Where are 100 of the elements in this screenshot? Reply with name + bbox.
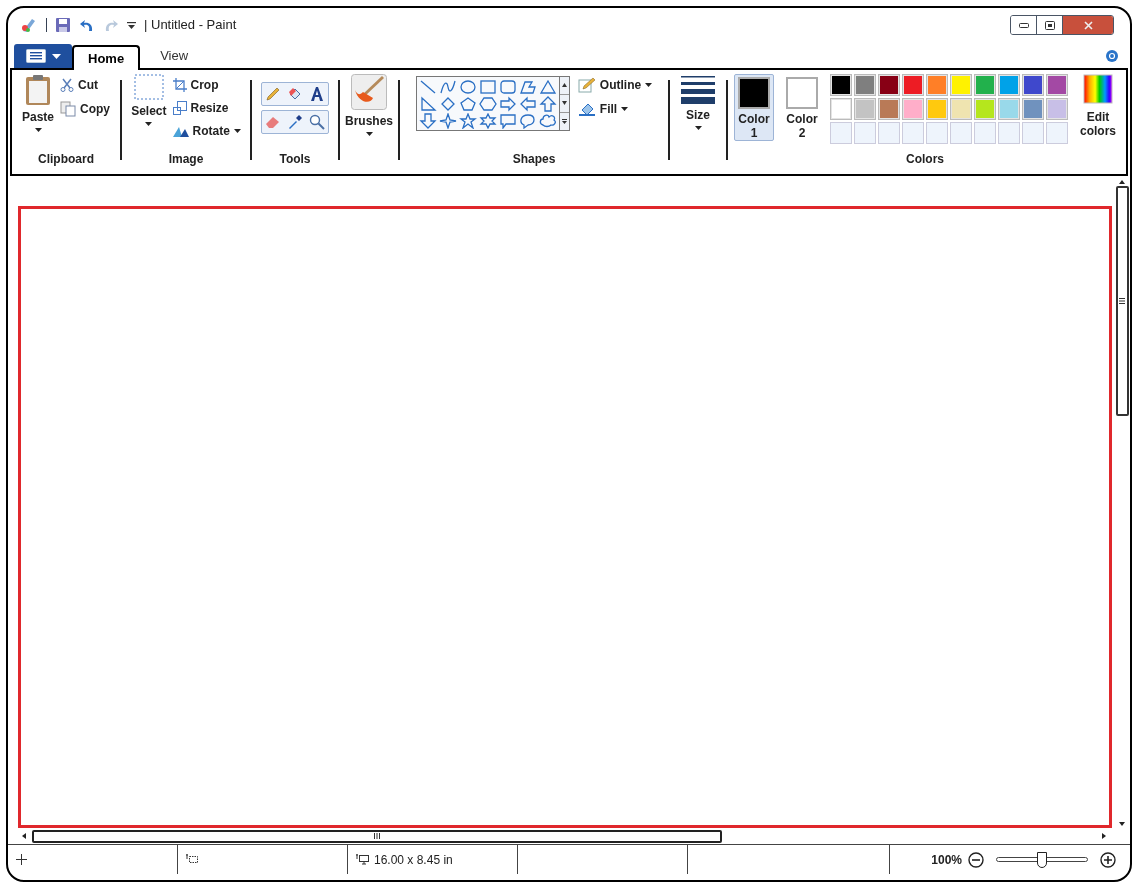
- slider-thumb[interactable]: [1037, 851, 1047, 868]
- fill-bucket-icon: [577, 101, 596, 117]
- empty-color-slot[interactable]: [878, 122, 900, 144]
- caret-icon: [621, 107, 629, 111]
- triangle-shape-button[interactable]: [538, 78, 557, 95]
- hexagon-shape-button[interactable]: [478, 95, 497, 112]
- rotate-button[interactable]: Rotate: [172, 120, 241, 142]
- more-icon: [561, 119, 567, 124]
- right-triangle-shape-button[interactable]: [418, 95, 437, 112]
- brushes-button[interactable]: Brushes: [345, 74, 393, 136]
- zoom-slider[interactable]: [996, 851, 1088, 868]
- image-size-icon: [356, 854, 370, 865]
- curve-icon: [438, 78, 457, 95]
- down-arrow-shape-button[interactable]: [418, 112, 437, 129]
- eraser-icon: [265, 114, 281, 130]
- paint-app-icon: [20, 16, 38, 34]
- caret-icon: [233, 129, 241, 133]
- empty-color-slot[interactable]: [1022, 122, 1044, 144]
- empty-color-slot[interactable]: [1046, 122, 1068, 144]
- empty-color-slot[interactable]: [830, 122, 852, 144]
- polygon-icon: [518, 78, 537, 95]
- grip-icon: [1119, 298, 1125, 304]
- save-icon[interactable]: [55, 17, 71, 33]
- oval-shape-button[interactable]: [458, 78, 477, 95]
- minimize-button[interactable]: [1011, 16, 1037, 34]
- left-arrow-shape-button[interactable]: [518, 95, 537, 112]
- speech-bubble-shape-button[interactable]: [498, 112, 517, 129]
- oval-callout-icon: [518, 112, 537, 129]
- empty-color-slot[interactable]: [902, 122, 924, 144]
- file-menu-button[interactable]: [14, 44, 72, 68]
- selection-icon: [133, 74, 164, 100]
- four-point-star-shape-button[interactable]: [438, 112, 457, 129]
- gallery-more-button[interactable]: [559, 112, 569, 130]
- left-arrow-icon: [518, 95, 537, 112]
- empty-color-slot[interactable]: [974, 122, 996, 144]
- copy-icon: [60, 101, 76, 117]
- restore-icon: [1044, 20, 1055, 30]
- six-point-star-icon: [478, 112, 497, 129]
- caret-icon: [645, 83, 653, 87]
- pencil-icon: [265, 86, 281, 102]
- help-icon[interactable]: [1106, 50, 1118, 62]
- clipboard-icon: [25, 74, 51, 106]
- cloud-callout-shape-button[interactable]: [538, 112, 557, 129]
- dropdown-icon: [51, 53, 61, 59]
- rectangle-shape-button[interactable]: [478, 78, 497, 95]
- crop-button[interactable]: Crop: [172, 74, 241, 96]
- empty-color-slot[interactable]: [998, 122, 1020, 144]
- rounded-rectangle-icon: [498, 78, 517, 95]
- scroll-up-icon: [1119, 180, 1125, 184]
- empty-color-slot[interactable]: [926, 122, 948, 144]
- oval-icon: [458, 78, 477, 95]
- caret-icon: [145, 122, 153, 126]
- oval-callout-shape-button[interactable]: [518, 112, 537, 129]
- rounded-rectangle-shape-button[interactable]: [498, 78, 517, 95]
- up-arrow-shape-button[interactable]: [538, 95, 557, 112]
- ribbon-tab[interactable]: View: [140, 44, 209, 68]
- edit-colors-button[interactable]: Edit colors: [1076, 74, 1120, 138]
- crop-icon: [172, 78, 187, 92]
- line-shape-button[interactable]: [418, 78, 437, 95]
- fill-button[interactable]: Fill: [577, 98, 653, 120]
- group-label: Colors: [905, 151, 945, 168]
- scroll-up-button[interactable]: [559, 77, 569, 94]
- five-point-star-icon: [458, 112, 477, 129]
- vertical-scrollbar[interactable]: [1114, 178, 1130, 828]
- five-point-star-shape-button[interactable]: [458, 112, 477, 129]
- zoom-out-icon[interactable]: [968, 851, 984, 868]
- polygon-shape-button[interactable]: [518, 78, 537, 95]
- pencil-outline-icon: [577, 77, 596, 93]
- curve-shape-button[interactable]: [438, 78, 457, 95]
- color-spectrum-icon: [1083, 74, 1113, 104]
- menu-icon: [25, 49, 46, 63]
- pentagon-shape-button[interactable]: [458, 95, 477, 112]
- image-dimensions: 16.00 x 8.45 in: [374, 851, 453, 869]
- size-button[interactable]: Size: [681, 74, 715, 130]
- paste-button[interactable]: Paste: [22, 74, 54, 132]
- select-button[interactable]: Select: [131, 74, 167, 126]
- empty-color-slot[interactable]: [950, 122, 972, 144]
- outline-button[interactable]: Outline: [577, 74, 653, 96]
- copy-button[interactable]: Copy: [60, 98, 110, 120]
- paintbrush-icon: [351, 74, 387, 110]
- six-point-star-shape-button[interactable]: [478, 112, 497, 129]
- text-icon: [309, 86, 325, 102]
- customize-menu-icon[interactable]: [127, 20, 136, 30]
- empty-color-slot[interactable]: [854, 122, 876, 144]
- four-point-star-icon: [438, 112, 457, 129]
- scroll-thumb[interactable]: [1115, 186, 1129, 416]
- cut-button[interactable]: Cut: [60, 74, 110, 96]
- scroll-thumb[interactable]: [32, 829, 722, 843]
- close-icon: [1083, 20, 1093, 30]
- resize-icon: [172, 101, 187, 115]
- right-arrow-shape-button[interactable]: [498, 95, 517, 112]
- zoom-in-icon[interactable]: [1100, 851, 1116, 868]
- cloud-callout-icon: [538, 112, 557, 129]
- ribbon-tab[interactable]: Home: [72, 45, 141, 70]
- color-one-button[interactable]: Color 1: [734, 74, 774, 141]
- scroll-down-button[interactable]: [559, 94, 569, 112]
- resize-button[interactable]: Resize: [172, 97, 241, 119]
- undo-icon[interactable]: [79, 17, 95, 33]
- color-two-button[interactable]: Color 2: [782, 74, 822, 141]
- scroll-left-icon: [22, 833, 26, 839]
